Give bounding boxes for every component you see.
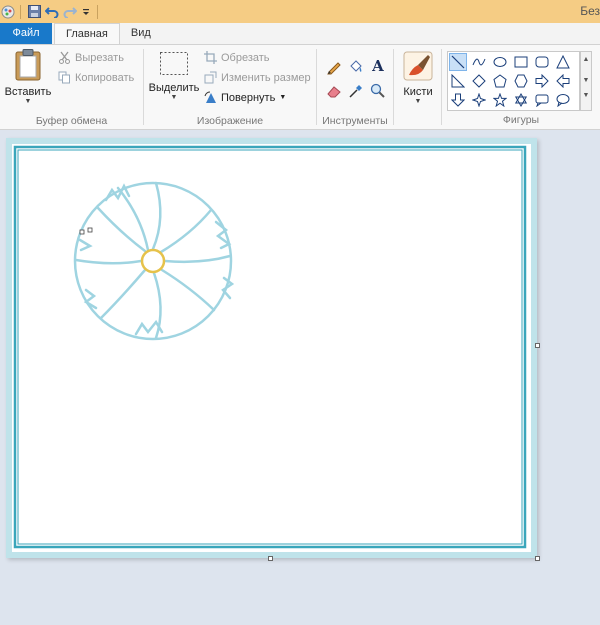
workspace (0, 131, 600, 625)
paste-button[interactable]: Вставить ▼ (4, 49, 52, 106)
more-shapes-icon[interactable]: ▼ (581, 92, 591, 99)
shapes-group-label: Фигуры (502, 114, 540, 126)
four-point-star-shape-icon[interactable] (470, 91, 488, 109)
brushes-group: Кисти ▼ (394, 45, 440, 130)
down-arrow-shape-icon[interactable] (449, 91, 467, 109)
window-title: Без (580, 4, 600, 18)
canvas-drawing (6, 138, 537, 558)
cut-button[interactable]: Вырезать (58, 51, 124, 64)
hexagon-shape-icon[interactable] (512, 72, 530, 90)
canvas-resize-handle-bottom[interactable] (268, 556, 273, 561)
resize-icon (204, 71, 217, 84)
clipboard-group: Вставить ▼ Вырезать Копировать Буфер обм… (0, 45, 143, 130)
title-separator-2 (97, 4, 98, 19)
clipboard-icon (15, 49, 41, 81)
crop-icon (204, 51, 217, 64)
select-label: Выделить (148, 82, 200, 94)
resize-label: Изменить размер (221, 71, 311, 84)
paint-app-icon[interactable] (0, 0, 16, 23)
rectangle-shape-icon[interactable] (512, 53, 530, 71)
select-button[interactable]: Выделить ▼ (148, 51, 200, 102)
title-bar: Без (0, 0, 600, 23)
image-group: Выделить ▼ Обрезать Изменить размер Пове… (144, 45, 316, 130)
tools-group: A Инструменты (317, 45, 393, 130)
rotate-caret-icon: ▼ (279, 94, 287, 101)
text-icon[interactable]: A (369, 57, 387, 75)
scroll-up-icon[interactable]: ▲ (581, 56, 591, 63)
selection-rectangle-icon (159, 51, 189, 77)
crop-button[interactable]: Обрезать (204, 51, 270, 64)
shapes-scrollbar[interactable]: ▲ ▼ ▼ (580, 51, 592, 111)
magnifier-icon[interactable] (369, 82, 387, 100)
triangle-shape-icon[interactable] (554, 53, 572, 71)
diamond-shape-icon[interactable] (470, 72, 488, 90)
brushes-button[interactable]: Кисти ▼ (398, 51, 438, 106)
brushes-label: Кисти (403, 86, 433, 98)
eraser-icon[interactable] (325, 82, 343, 100)
canvas-resize-handle-right[interactable] (535, 343, 540, 348)
tab-view[interactable]: Вид (120, 23, 162, 44)
select-caret-icon: ▼ (170, 94, 178, 101)
color-picker-icon[interactable] (347, 82, 365, 100)
ribbon-tabs: Файл Главная Вид (0, 23, 600, 45)
copy-icon (58, 71, 71, 84)
copy-label: Копировать (75, 71, 135, 84)
resize-button[interactable]: Изменить размер (204, 71, 311, 84)
brush-icon (403, 51, 433, 81)
tab-file[interactable]: Файл (0, 23, 52, 44)
paste-caret-icon: ▼ (24, 98, 32, 105)
fill-icon[interactable] (347, 58, 365, 76)
pentagon-shape-icon[interactable] (491, 72, 509, 90)
save-icon[interactable] (25, 0, 43, 23)
five-point-star-shape-icon[interactable] (491, 91, 509, 109)
frame-line-outer (13, 145, 527, 549)
scroll-down-icon[interactable]: ▼ (581, 77, 591, 84)
brushes-caret-icon: ▼ (414, 98, 422, 105)
canvas-resize-handle-corner[interactable] (535, 556, 540, 561)
drawing-canvas[interactable] (6, 138, 537, 558)
customize-dropdown-icon[interactable] (79, 0, 93, 23)
redo-icon[interactable] (61, 0, 79, 23)
flower-center (140, 248, 166, 274)
undo-icon[interactable] (43, 0, 61, 23)
selection-handle[interactable] (79, 229, 85, 235)
paste-label: Вставить (4, 86, 52, 98)
right-arrow-shape-icon[interactable] (533, 72, 551, 90)
pencil-icon[interactable] (325, 58, 343, 76)
curve-shape-icon[interactable] (470, 53, 488, 71)
rotate-button[interactable]: Повернуть ▼ (204, 91, 286, 104)
rounded-callout-shape-icon[interactable] (533, 91, 551, 109)
cut-label: Вырезать (75, 51, 124, 64)
copy-button[interactable]: Копировать (58, 71, 134, 84)
tools-group-label: Инструменты (322, 115, 388, 127)
selection-handle[interactable] (87, 227, 93, 233)
ribbon: Вставить ▼ Вырезать Копировать Буфер обм… (0, 44, 600, 130)
oval-shape-icon[interactable] (491, 53, 509, 71)
rotate-label: Повернуть (221, 91, 276, 104)
image-group-label: Изображение (196, 115, 264, 127)
frame-outer (6, 138, 537, 558)
shapes-gallery (447, 51, 580, 111)
oval-callout-shape-icon[interactable] (554, 91, 572, 109)
crop-label: Обрезать (221, 51, 270, 64)
left-arrow-shape-icon[interactable] (554, 72, 572, 90)
scissors-icon (58, 51, 71, 64)
rounded-rectangle-shape-icon[interactable] (533, 53, 551, 71)
right-triangle-shape-icon[interactable] (449, 72, 467, 90)
six-point-star-shape-icon[interactable] (512, 91, 530, 109)
rotate-icon (204, 91, 217, 104)
title-separator (20, 4, 21, 19)
clipboard-group-label: Буфер обмена (35, 115, 108, 127)
line-shape-icon[interactable] (449, 53, 467, 71)
tab-home[interactable]: Главная (54, 23, 120, 45)
